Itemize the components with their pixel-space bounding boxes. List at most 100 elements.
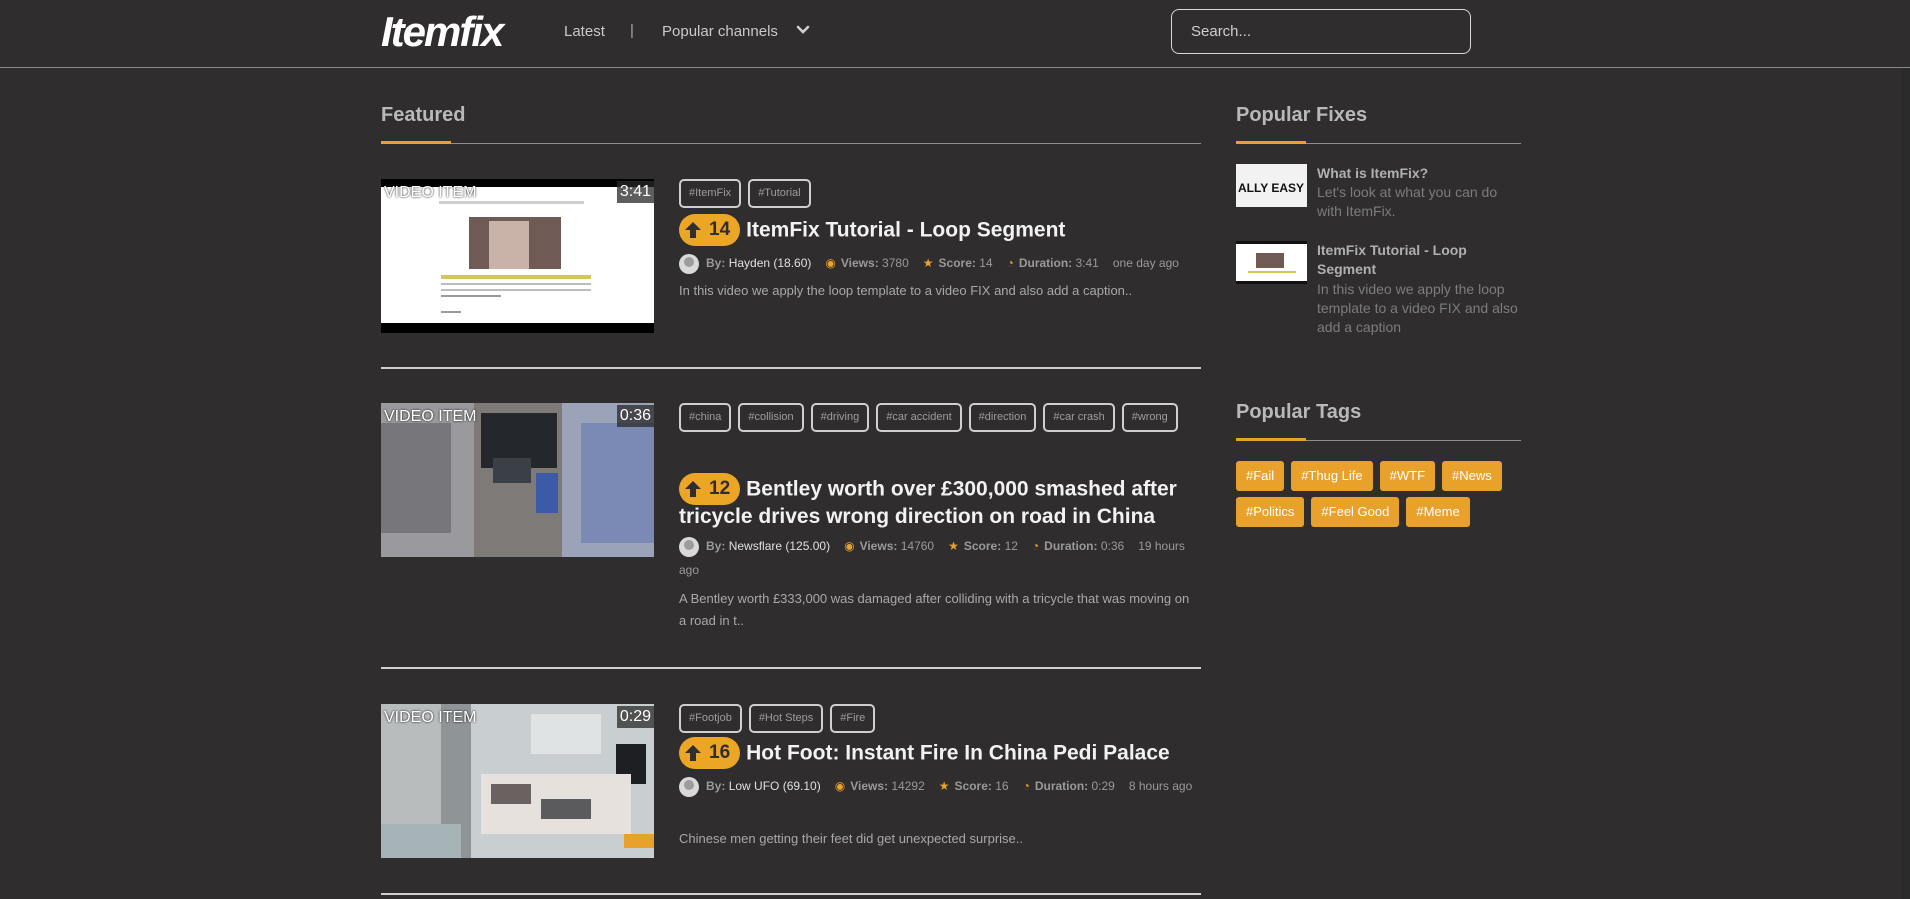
- author-link[interactable]: Low UFO (69.10): [729, 779, 821, 793]
- tag-chip[interactable]: #Fire: [830, 704, 876, 733]
- featured-heading-line: [381, 143, 1201, 144]
- chevron-down-icon[interactable]: [794, 21, 812, 39]
- item-title-link[interactable]: Hot Foot: Instant Fire In China Pedi Pal…: [746, 742, 1170, 765]
- tag-chip[interactable]: #driving: [810, 403, 870, 432]
- tag-chip[interactable]: #collision: [738, 403, 804, 432]
- duration-label: Duration:: [1018, 256, 1073, 270]
- by-label: By:: [706, 779, 726, 793]
- video-thumbnail[interactable]: VIDEO ITEM 0:36: [381, 403, 654, 557]
- search-input[interactable]: [1171, 9, 1471, 54]
- fix-title-link[interactable]: ItemFix Tutorial - Loop Segment: [1317, 241, 1521, 279]
- views-label: Views:: [840, 256, 879, 270]
- item-description: Chinese men getting their feet did get u…: [679, 831, 1023, 846]
- arrow-up-icon: [685, 745, 701, 761]
- item-title-row: 14 ItemFix Tutorial - Loop Segment: [679, 214, 1199, 246]
- featured-heading-accent: [381, 141, 451, 144]
- fix-thumbnail-image: [1236, 241, 1307, 284]
- thumbnail-image: [381, 179, 654, 333]
- thumbnail-image: [381, 403, 654, 557]
- popular-fixes-heading: Popular Fixes: [1236, 104, 1368, 126]
- by-label: By:: [706, 539, 726, 553]
- popular-tag-chip[interactable]: #Thug Life: [1291, 461, 1373, 491]
- tag-chip[interactable]: #ItemFix: [679, 179, 742, 208]
- duration-value: 3:41: [1075, 256, 1099, 270]
- avatar[interactable]: [679, 776, 699, 797]
- upvote-button[interactable]: 12: [679, 473, 741, 505]
- feed-item: VIDEO ITEM 0:29 #Footjob #Hot Steps #Fir…: [381, 704, 1201, 874]
- item-title-link[interactable]: ItemFix Tutorial - Loop Segment: [746, 219, 1065, 242]
- views-label: Views:: [859, 539, 898, 553]
- clock-icon: ◔: [1006, 256, 1014, 270]
- score-label: Score:: [938, 256, 976, 270]
- popular-tags-heading-accent: [1236, 438, 1306, 441]
- duration-label: Duration:: [1034, 779, 1089, 793]
- popular-tag-chip[interactable]: #WTF: [1379, 461, 1436, 491]
- tag-chip[interactable]: #wrong: [1121, 403, 1178, 432]
- video-thumbnail[interactable]: VIDEO ITEM 0:29: [381, 704, 654, 858]
- video-thumbnail[interactable]: VIDEO ITEM 3:41: [381, 179, 654, 333]
- views-count: 14292: [891, 779, 925, 793]
- tag-chip[interactable]: #car accident: [876, 403, 962, 432]
- fix-thumbnail[interactable]: ALLY EASY: [1236, 164, 1307, 207]
- score-label: Score:: [954, 779, 992, 793]
- fix-thumbnail[interactable]: [1236, 241, 1307, 284]
- popular-tag-chip[interactable]: #Meme: [1406, 497, 1470, 527]
- tag-chip[interactable]: #Tutorial: [748, 179, 811, 208]
- nav-latest-link[interactable]: Latest: [564, 23, 605, 40]
- fix-thumbnail-image: ALLY EASY: [1236, 164, 1307, 207]
- popular-fix-item[interactable]: ALLY EASY What is ItemFix? Let's look at…: [1236, 164, 1521, 234]
- fix-description: In this video we apply the loop template…: [1317, 281, 1518, 335]
- eye-icon: ◉: [844, 539, 855, 553]
- item-meta: By: Hayden (18.60) ◉ Views: 3780 ★ Score: 14…: [679, 251, 1199, 275]
- site-header: Itemfix Latest | Popular channels: [0, 0, 1910, 68]
- avatar[interactable]: [679, 253, 699, 274]
- tag-chip[interactable]: #Hot Steps: [748, 704, 824, 733]
- popular-tag-chip[interactable]: #Feel Good: [1311, 497, 1400, 527]
- eye-icon: ◉: [825, 256, 836, 270]
- star-icon: ★: [922, 256, 934, 270]
- fix-title-link[interactable]: What is ItemFix?: [1317, 164, 1521, 183]
- site-logo[interactable]: Itemfix: [381, 11, 504, 53]
- item-meta: By: Low UFO (69.10) ◉ Views: 14292 ★ Score: …: [679, 774, 1199, 798]
- item-title-link[interactable]: Bentley worth over £300,000 smashed afte…: [679, 478, 1177, 529]
- upvote-button[interactable]: 14: [679, 214, 741, 246]
- score-label: Score:: [963, 539, 1002, 553]
- popular-tag-chip[interactable]: #Fail: [1236, 461, 1285, 491]
- popular-tag-chip[interactable]: #Politics: [1236, 497, 1305, 527]
- thumbnail-duration: 0:29: [616, 706, 654, 728]
- popular-fix-item[interactable]: ItemFix Tutorial - Loop Segment In this …: [1236, 241, 1521, 341]
- author-link[interactable]: Newsflare (125.00): [729, 539, 830, 553]
- views-count: 3780: [882, 256, 909, 270]
- item-description: In this video we apply the loop template…: [679, 283, 1133, 298]
- star-icon: ★: [938, 779, 950, 793]
- author-link[interactable]: Hayden (18.60): [729, 256, 812, 270]
- popular-tag-chip[interactable]: #News: [1442, 461, 1502, 491]
- tag-chip[interactable]: #car crash: [1043, 403, 1115, 432]
- by-label: By:: [706, 256, 726, 270]
- clock-icon: ◔: [1022, 779, 1030, 793]
- popular-tags-list: #Fail #Thug Life #WTF #News #Politics #F…: [1236, 461, 1521, 527]
- score-value: 12: [1004, 539, 1018, 553]
- avatar[interactable]: [679, 536, 699, 557]
- score-value: 16: [995, 779, 1009, 793]
- item-divider: [381, 893, 1201, 895]
- eye-icon: ◉: [834, 779, 846, 793]
- thumbnail-type-label: VIDEO ITEM: [384, 709, 477, 726]
- nav-popular-channels-link[interactable]: Popular channels: [662, 23, 778, 40]
- duration-value: 0:36: [1100, 539, 1125, 553]
- score-value: 14: [979, 256, 993, 270]
- tag-chip[interactable]: #china: [679, 403, 732, 432]
- page-scrollbar[interactable]: [1902, 68, 1910, 899]
- upvote-button[interactable]: 16: [679, 737, 741, 769]
- tag-chip[interactable]: #Footjob: [679, 704, 742, 733]
- item-description: A Bentley worth £333,000 was damaged aft…: [679, 591, 1190, 628]
- vote-count: 14: [709, 219, 731, 240]
- views-count: 14760: [900, 539, 935, 553]
- tag-chip[interactable]: #direction: [968, 403, 1037, 432]
- item-divider: [381, 367, 1201, 369]
- item-meta: By: Newsflare (125.00) ◉ Views: 14760 ★ Scor…: [679, 534, 1199, 582]
- duration-label: Duration:: [1044, 539, 1098, 553]
- fix-description: Let's look at what you can do with ItemF…: [1317, 184, 1498, 219]
- views-label: Views:: [850, 779, 889, 793]
- nav-separator: |: [630, 22, 634, 39]
